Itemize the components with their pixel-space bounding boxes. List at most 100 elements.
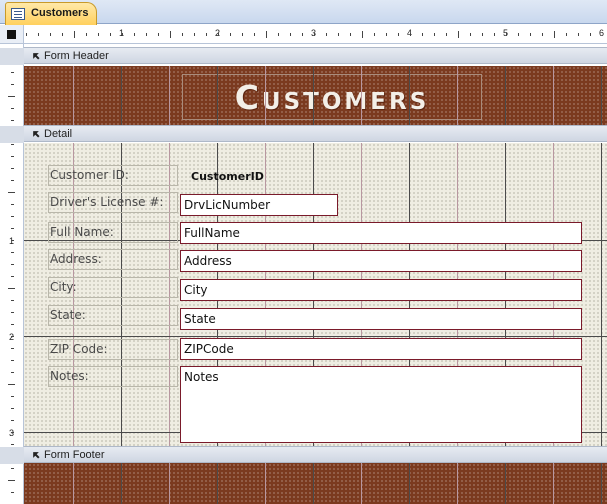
grid-line <box>505 463 506 504</box>
customer-id-field[interactable]: CustomerID <box>191 170 264 183</box>
grid-line <box>121 463 122 504</box>
ruler-tick <box>146 33 147 36</box>
ruler-tick <box>86 33 87 36</box>
grid-line <box>409 463 410 504</box>
drivers-license-field[interactable]: DrvLicNumber <box>180 194 338 216</box>
ruler-tick <box>398 33 399 36</box>
horizontal-ruler[interactable]: 1 2 3 4 5 6 <box>24 25 607 44</box>
section-bar-detail[interactable]: Detail <box>24 125 607 142</box>
notes-field[interactable]: Notes <box>180 366 582 443</box>
ruler-tick <box>410 33 411 36</box>
grid-line <box>313 463 314 504</box>
ruler-tick <box>11 168 14 169</box>
ruler-tick <box>62 33 63 36</box>
grid-line <box>553 66 554 125</box>
ruler-tick <box>470 33 471 36</box>
ruler-tick <box>11 264 14 265</box>
notes-label[interactable]: Notes: <box>48 366 178 387</box>
ruler-tick <box>170 31 171 38</box>
city-label[interactable]: City: <box>48 277 178 298</box>
ruler-tick <box>11 444 14 445</box>
section-arrow-icon <box>33 131 40 138</box>
full-name-field[interactable]: FullName <box>180 222 582 244</box>
city-field[interactable]: City <box>180 279 582 301</box>
ruler-tick <box>110 33 111 36</box>
section-selector-header[interactable] <box>0 48 24 65</box>
ruler-tick <box>290 33 291 36</box>
ruler-tick <box>158 33 159 36</box>
ruler-tick <box>11 420 14 421</box>
grid-line <box>169 463 170 504</box>
full-name-label[interactable]: Full Name: <box>48 222 178 243</box>
zip-code-label[interactable]: ZIP Code: <box>48 339 178 360</box>
ruler-tick <box>326 33 327 36</box>
ruler-tick <box>11 360 14 361</box>
ruler-tick <box>11 156 14 157</box>
ruler-tick <box>578 33 579 36</box>
zip-code-field[interactable]: ZIPCode <box>180 338 582 360</box>
ruler-tick <box>134 33 135 36</box>
vertical-ruler[interactable]: 1 2 3 <box>0 44 24 504</box>
section-selector-footer[interactable] <box>0 447 24 464</box>
ruler-tick <box>11 432 14 433</box>
ruler-tick <box>530 33 531 36</box>
ruler-tick <box>11 84 14 85</box>
tab-customers[interactable]: Customers <box>5 2 97 25</box>
ruler-tick <box>350 33 351 36</box>
ruler-tick <box>590 33 591 36</box>
ruler-tick <box>566 33 567 36</box>
address-label[interactable]: Address: <box>48 249 178 270</box>
ruler-tick <box>8 384 15 385</box>
form-selector[interactable] <box>0 25 24 44</box>
ruler-tick <box>11 408 14 409</box>
section-selector-detail[interactable] <box>0 126 24 143</box>
ruler-tick <box>11 372 14 373</box>
ruler-tick <box>11 324 14 325</box>
grid-line <box>601 463 602 504</box>
ruler-tick <box>446 33 447 36</box>
grid-line <box>217 66 218 125</box>
ruler-tick <box>26 33 27 36</box>
ruler-tick <box>11 72 14 73</box>
section-arrow-icon <box>33 452 40 459</box>
ruler-tick <box>11 180 14 181</box>
state-label[interactable]: State: <box>48 305 178 326</box>
ruler-tick <box>11 348 14 349</box>
form-title-label[interactable]: Customers <box>186 78 478 118</box>
ruler-tick <box>386 33 387 36</box>
grid-line <box>121 66 122 125</box>
grid-line <box>361 463 362 504</box>
grid-line <box>457 463 458 504</box>
grid-line <box>601 143 602 446</box>
ruler-tick <box>11 228 14 229</box>
ruler-tick <box>254 33 255 36</box>
grid-line <box>265 463 266 504</box>
ruler-tick <box>278 33 279 36</box>
ruler-tick <box>11 300 14 301</box>
ruler-tick <box>266 31 267 38</box>
section-bar-form-header[interactable]: Form Header <box>24 47 607 64</box>
ruler-tick <box>8 192 15 193</box>
ruler-number: 3 <box>9 428 15 438</box>
ruler-tick <box>8 96 15 97</box>
ruler-tick <box>11 336 14 337</box>
customer-id-label[interactable]: Customer ID: <box>48 165 178 186</box>
ruler-tick <box>542 33 543 36</box>
address-field[interactable]: Address <box>180 250 582 272</box>
form-icon <box>11 8 25 20</box>
grid-line <box>73 66 74 125</box>
ruler-tick <box>482 33 483 36</box>
ruler-tick <box>74 31 75 38</box>
grid-line <box>409 66 410 125</box>
section-bar-form-footer[interactable]: Form Footer <box>24 446 607 463</box>
ruler-tick <box>434 33 435 36</box>
grid-line <box>553 463 554 504</box>
grid-line <box>169 66 170 125</box>
ruler-tick <box>554 31 555 38</box>
form-footer-area[interactable] <box>24 463 607 504</box>
ruler-tick <box>11 120 14 121</box>
ruler-tick <box>98 33 99 36</box>
ruler-tick <box>50 33 51 36</box>
drivers-license-label[interactable]: Driver's License #: <box>48 192 178 213</box>
state-field[interactable]: State <box>180 308 582 330</box>
